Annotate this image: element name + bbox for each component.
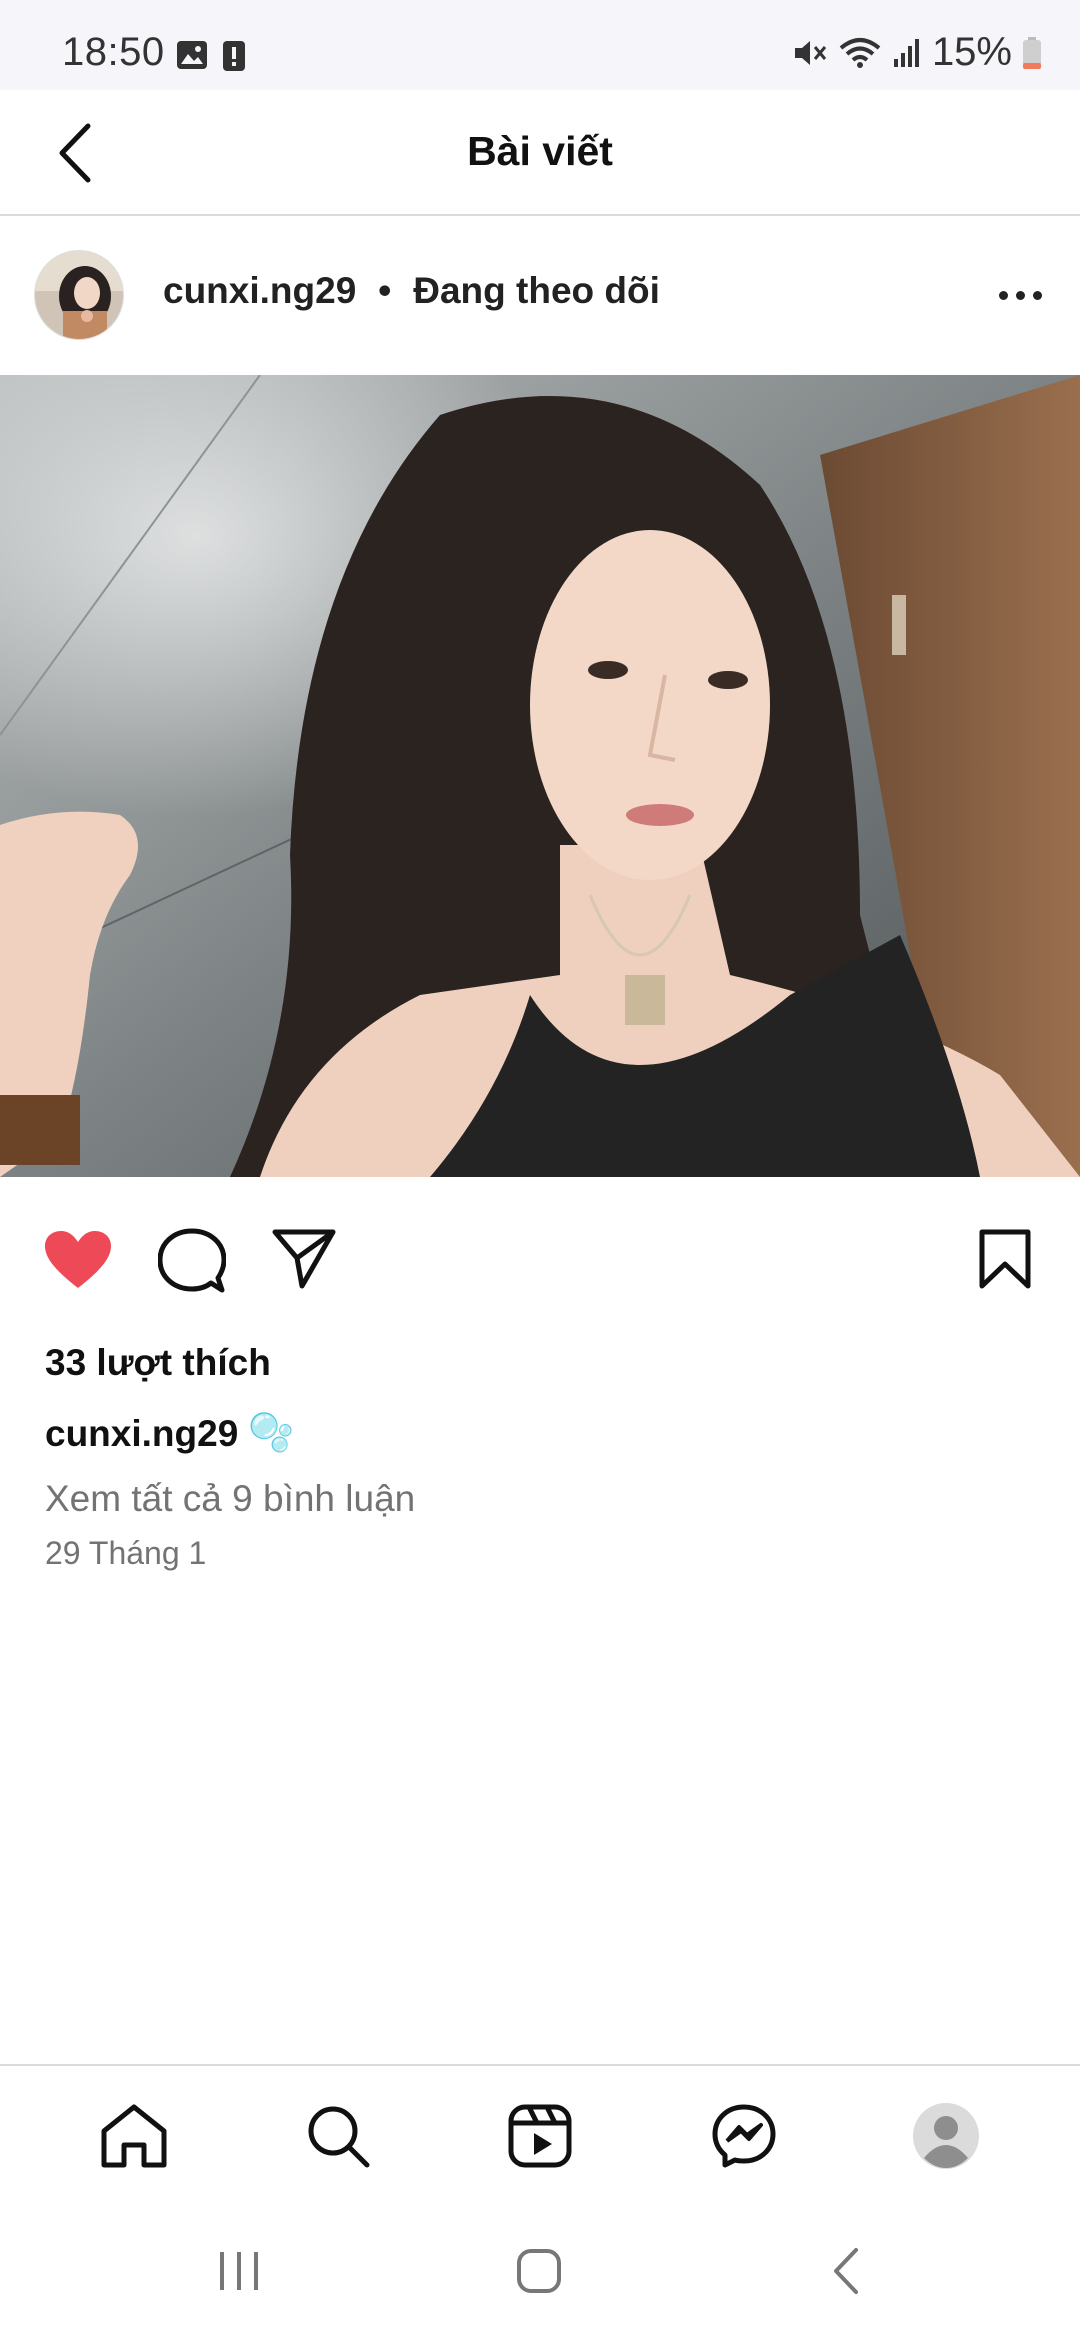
messenger-icon	[712, 2104, 776, 2168]
bottom-nav	[0, 2064, 1080, 2204]
comment-icon	[157, 1228, 227, 1293]
caption: cunxi.ng29 🫧	[45, 1412, 294, 1455]
caption-emoji: 🫧	[248, 1412, 295, 1453]
post-date: 29 Tháng 1	[45, 1535, 207, 1571]
post-photo[interactable]	[0, 375, 1080, 1177]
nav-reels[interactable]	[504, 2100, 576, 2172]
avatar[interactable]	[34, 250, 124, 340]
share-button[interactable]	[272, 1228, 336, 1295]
post-author-row: cunxi.ng29 • Đang theo dõi	[163, 270, 660, 312]
more-dot-icon	[998, 290, 1008, 300]
comment-button[interactable]	[157, 1228, 227, 1299]
reels-icon	[508, 2104, 572, 2168]
bookmark-icon	[979, 1229, 1031, 1289]
post-photo-image	[0, 375, 1080, 1177]
avatar-image	[35, 251, 123, 339]
home-circle-icon	[517, 2249, 561, 2293]
like-button[interactable]	[42, 1228, 114, 1297]
signal-icon	[893, 38, 919, 67]
gallery-icon	[177, 41, 207, 69]
more-dot-icon	[1032, 290, 1042, 300]
view-all-comments-link[interactable]: Xem tất cả 9 bình luận	[45, 1478, 415, 1520]
send-icon	[272, 1229, 336, 1289]
follow-status[interactable]: Đang theo dõi	[413, 270, 660, 312]
status-bar: 18:50 15%	[0, 0, 1080, 90]
save-button[interactable]	[978, 1228, 1032, 1295]
recent-apps-button[interactable]	[214, 2246, 264, 2301]
home-icon	[101, 2104, 167, 2168]
nav-profile[interactable]	[910, 2100, 982, 2172]
back-system-button[interactable]	[826, 2246, 866, 2301]
status-time: 18:50	[62, 30, 165, 74]
app-header: Bài viết	[0, 90, 1080, 216]
wifi-icon	[839, 37, 881, 68]
back-chevron-icon	[834, 2248, 858, 2294]
heart-filled-icon	[45, 1231, 111, 1288]
battery-percentage: 15%	[931, 30, 1012, 74]
recent-apps-icon	[220, 2252, 258, 2290]
post-header: cunxi.ng29 • Đang theo dõi	[0, 218, 1080, 374]
separator-dot: •	[378, 270, 392, 311]
status-left-icons	[176, 40, 246, 72]
like-count[interactable]: 33 lượt thích	[45, 1342, 271, 1384]
post-username[interactable]: cunxi.ng29	[163, 270, 356, 312]
nav-messenger[interactable]	[708, 2100, 780, 2172]
status-right: 15%	[792, 30, 1042, 75]
mute-icon	[794, 40, 827, 65]
alert-icon	[223, 41, 245, 71]
nav-home[interactable]	[98, 2100, 170, 2172]
profile-icon	[913, 2103, 979, 2169]
search-icon	[308, 2106, 370, 2168]
caption-username[interactable]: cunxi.ng29	[45, 1413, 238, 1455]
more-options-button[interactable]	[990, 280, 1050, 310]
more-dot-icon	[1015, 290, 1025, 300]
home-system-button[interactable]	[514, 2246, 564, 2301]
nav-search[interactable]	[302, 2100, 374, 2172]
system-nav-bar	[0, 2204, 1080, 2340]
post-action-bar	[0, 1200, 1080, 1320]
page-title: Bài viết	[467, 128, 613, 174]
battery-icon	[1023, 36, 1041, 69]
